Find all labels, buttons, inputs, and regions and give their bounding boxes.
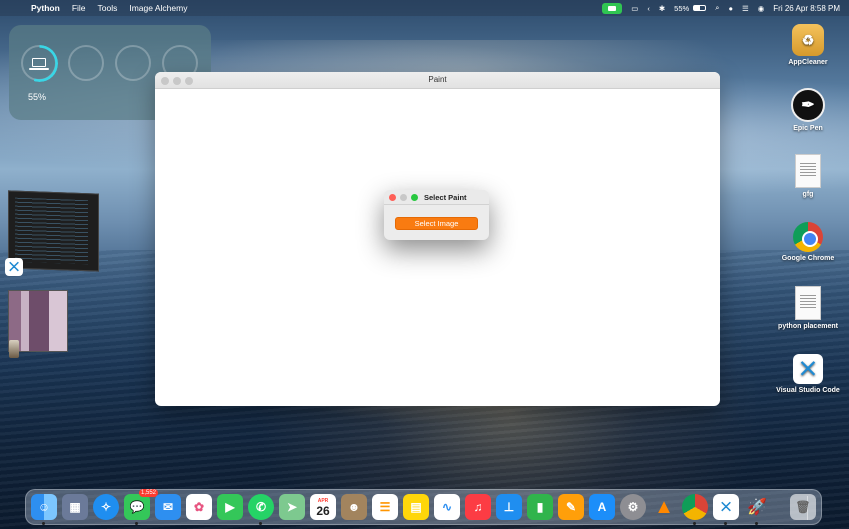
dialog-maximize-button[interactable] [411, 194, 418, 201]
select-image-button[interactable]: Select Image [395, 217, 478, 230]
paint-canvas[interactable] [155, 89, 720, 406]
menu-file[interactable]: File [72, 3, 86, 13]
whatsapp-icon[interactable]: ✆ [248, 494, 274, 525]
app-store-icon[interactable]: A [589, 494, 615, 520]
chrome-icon [793, 222, 823, 252]
vscode-icon[interactable]: ⨉ [5, 258, 23, 276]
siri-icon[interactable]: ◉ [758, 4, 765, 13]
battery-ring-empty [68, 45, 104, 81]
dialog-title: Select Paint [424, 193, 467, 202]
vscode-icon: ⨉ [793, 354, 823, 384]
battery-status[interactable]: 55% [674, 3, 707, 13]
epic-pen-icon: ✒ [791, 88, 825, 122]
desktop-icon-vscode[interactable]: ⨉ Visual Studio Code [773, 354, 843, 394]
desktop-icon-label: Epic Pen [793, 125, 823, 132]
dock: ☺ ▦ ✧ 💬 1,552 ✉ ✿ ▶ ✆ ➤ APR 26 ☻ ☰ ▤ ∿ ♫ … [25, 489, 822, 525]
menu-app-name[interactable]: Python [31, 3, 60, 13]
launchpad-icon[interactable]: ▦ [62, 494, 88, 520]
battery-ring-empty [115, 45, 151, 81]
dialog-titlebar[interactable]: Select Paint [384, 190, 489, 205]
system-settings-icon[interactable]: ⚙ [620, 494, 646, 520]
battery-widget-percent: 55% [28, 92, 47, 102]
battery-percent: 55% [674, 3, 690, 13]
notification-icon[interactable]: ● [728, 4, 733, 13]
finder-icon[interactable]: ☺ [31, 494, 57, 525]
photos-icon[interactable]: ✿ [186, 494, 212, 520]
vlc-icon[interactable]: ▲ [651, 494, 677, 520]
maps-icon[interactable]: ➤ [279, 494, 305, 520]
mail-icon[interactable]: ✉ [155, 494, 181, 520]
messages-icon[interactable]: 💬 1,552 [124, 489, 158, 525]
desktop-icon-label: gfg [802, 191, 814, 198]
document-icon [795, 154, 821, 188]
clock[interactable]: Fri 26 Apr 8:58 PM [773, 4, 840, 13]
chrome-icon[interactable] [682, 494, 708, 525]
menu-image-alchemy[interactable]: Image Alchemy [129, 3, 187, 13]
pen-tool-icon[interactable] [9, 340, 19, 358]
facetime-status-icon[interactable] [602, 2, 623, 14]
desktop-icon-gfg[interactable]: gfg [773, 154, 843, 198]
desktop-icon-chrome[interactable]: Google Chrome [773, 222, 843, 262]
window-titlebar[interactable]: Paint [155, 72, 720, 89]
music-icon[interactable]: ♫ [465, 494, 491, 520]
menu-tools[interactable]: Tools [98, 3, 118, 13]
python-rocket-icon[interactable]: 🚀 [744, 494, 770, 525]
desktop-icon-label: Visual Studio Code [776, 387, 840, 394]
dialog-minimize-button[interactable] [400, 194, 407, 201]
window-title: Paint [428, 75, 447, 84]
trash-icon[interactable]: 🗑 [790, 494, 816, 520]
display-icon[interactable]: ▭ [631, 4, 638, 13]
spotlight-icon[interactable]: ⌕ [715, 3, 719, 13]
keynote-icon[interactable]: ⊥ [496, 494, 522, 520]
vscode-icon[interactable]: ⨉ [713, 494, 739, 525]
chevron-left-icon[interactable]: ‹ [647, 4, 650, 13]
battery-ring-laptop [20, 44, 58, 82]
notes-icon[interactable]: ▤ [403, 494, 429, 520]
appcleaner-icon: ♻ [792, 24, 824, 56]
desktop-icon-label: Google Chrome [781, 255, 835, 262]
desktop-icon-label: python placement [778, 323, 838, 330]
contacts-icon[interactable]: ☻ [341, 494, 367, 520]
desktop-icon-epic-pen[interactable]: ✒ Epic Pen [773, 88, 843, 132]
select-paint-dialog: Select Paint Select Image [384, 190, 489, 240]
menu-bar: Python File Tools Image Alchemy ▭ ‹ ✱ 55… [0, 0, 849, 16]
document-icon [795, 286, 821, 320]
reminders-icon[interactable]: ☰ [372, 494, 398, 520]
calendar-day: 26 [316, 503, 330, 518]
status-area: ▭ ‹ ✱ 55% ⌕ ● ☰ ◉ Fri 26 Apr 8:58 PM [602, 0, 849, 16]
dialog-close-button[interactable] [389, 194, 396, 201]
facetime-icon[interactable]: ▶ [217, 494, 243, 520]
desktop-icon-python-placement[interactable]: python placement [773, 286, 843, 330]
laptop-icon [29, 58, 49, 70]
pages-icon[interactable]: ✎ [558, 494, 584, 520]
numbers-icon[interactable]: ▮ [527, 494, 553, 520]
safari-icon[interactable]: ✧ [93, 494, 119, 520]
calendar-icon[interactable]: APR 26 [310, 494, 336, 520]
desktop-icon-appcleaner[interactable]: ♻ AppCleaner [773, 24, 843, 66]
bluetooth-icon[interactable]: ✱ [659, 4, 665, 13]
control-center-icon[interactable]: ☰ [742, 4, 749, 13]
battery-icon [693, 4, 707, 11]
desktop-icon-label: AppCleaner [788, 59, 828, 66]
freeform-icon[interactable]: ∿ [434, 494, 460, 520]
